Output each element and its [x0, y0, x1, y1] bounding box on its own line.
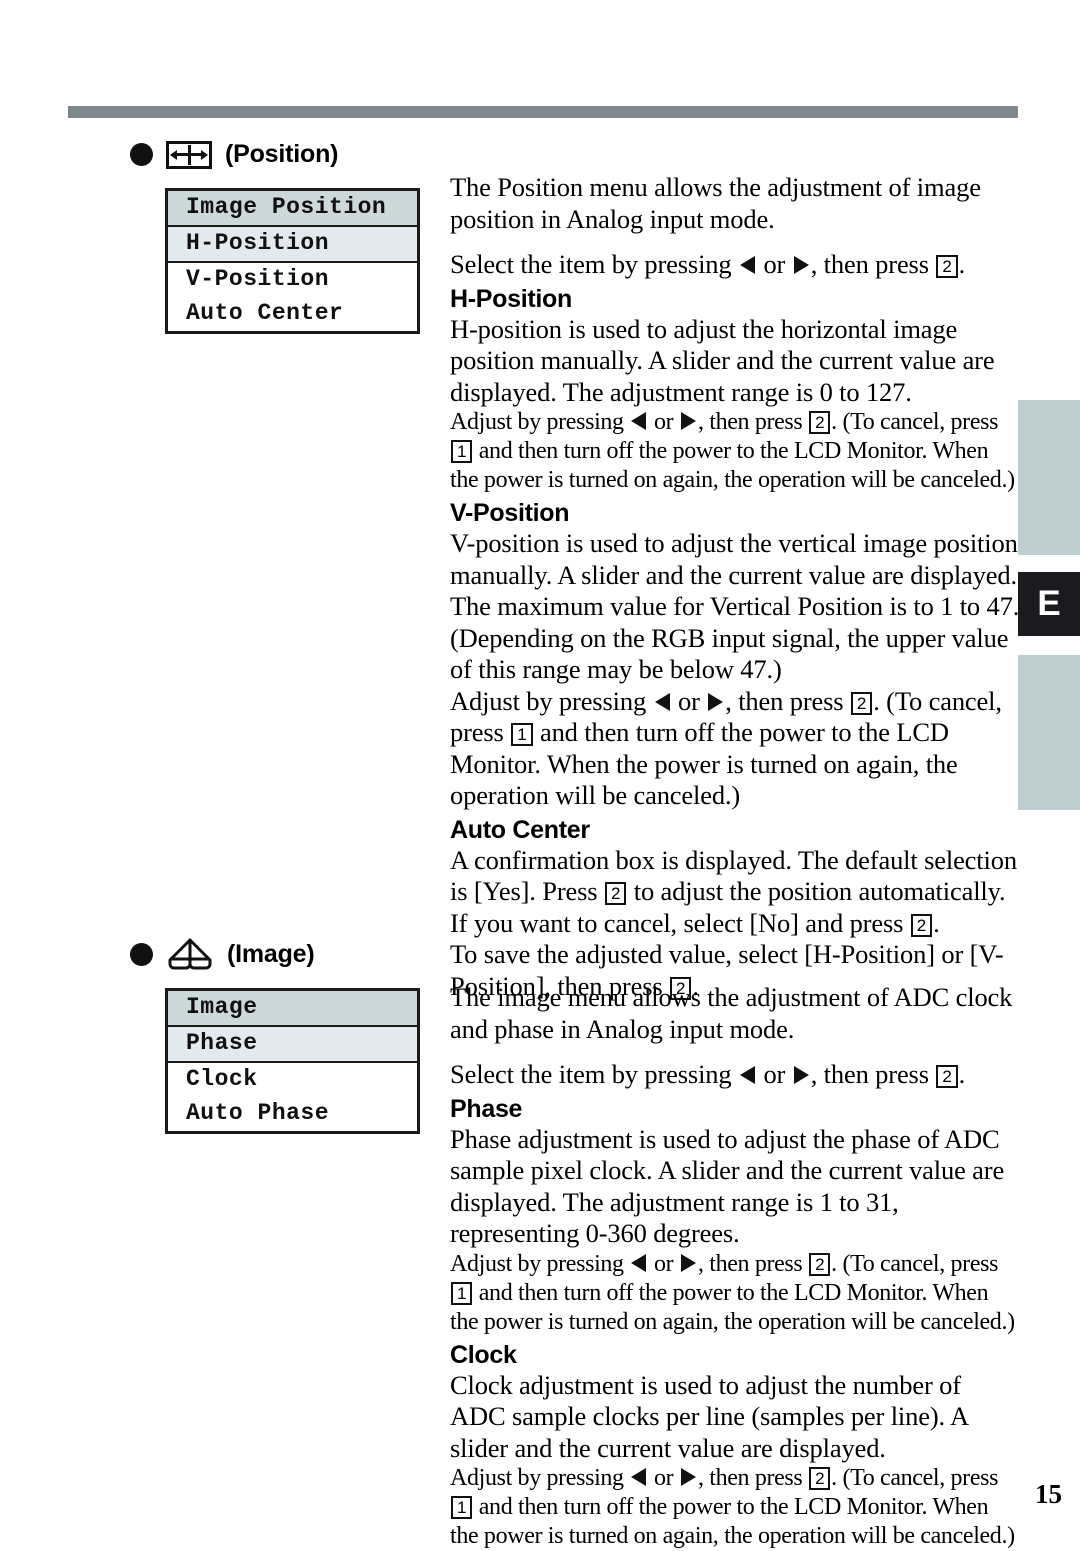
key-2-icon: 2: [910, 913, 933, 937]
right-arrow-icon: [680, 1253, 696, 1272]
v-position-body: V-position is used to adjust the vertica…: [450, 528, 1020, 684]
section-heading-image: (Image): [130, 938, 315, 970]
left-arrow-icon: [654, 692, 670, 711]
image-intro: The image menu allows the adjustment of …: [450, 982, 1013, 1044]
key-2-icon: 2: [850, 691, 873, 715]
clock-body: Clock adjustment is used to adjust the n…: [450, 1369, 968, 1463]
osd-item-auto-center[interactable]: Auto Center: [168, 297, 417, 331]
bullet-marker: [130, 143, 153, 166]
image-text-column: The image menu allows the adjustment of …: [450, 982, 1020, 1551]
left-arrow-icon: [631, 412, 647, 430]
edge-tab-lower: [1018, 655, 1080, 810]
osd-item-phase[interactable]: Phase: [168, 1027, 417, 1063]
position-text-column: The Position menu allows the adjustment …: [450, 172, 1020, 1002]
left-arrow-icon: [631, 1468, 647, 1486]
right-arrow-icon: [680, 1468, 696, 1486]
left-arrow-icon: [739, 256, 755, 274]
osd-title-image: Image: [168, 991, 417, 1027]
edge-tab-upper: [1018, 400, 1080, 555]
section-title-image: (Image): [227, 939, 315, 968]
image-icon: [166, 938, 214, 970]
position-select-line: Select the item by pressing or , then pr…: [450, 249, 966, 279]
edge-tab-language-marker: E: [1018, 572, 1080, 636]
key-2-icon: 2: [809, 1252, 831, 1276]
subheading-auto-center: Auto Center: [450, 815, 590, 844]
right-arrow-icon: [793, 1066, 809, 1084]
subheading-h-position: H-Position: [450, 284, 572, 313]
position-intro: The Position menu allows the adjustment …: [450, 172, 981, 234]
osd-title-position: Image Position: [168, 191, 417, 227]
h-position-body: H-position is used to adjust the horizon…: [450, 313, 995, 407]
v-position-note: Adjust by pressing or , then press 2. (T…: [450, 685, 1002, 811]
subheading-phase: Phase: [450, 1094, 523, 1123]
image-select-line: Select the item by pressing or , then pr…: [450, 1059, 966, 1089]
section-title-position: (Position): [225, 140, 339, 168]
right-arrow-icon: [680, 412, 696, 430]
phase-body: Phase adjustment is used to adjust the p…: [450, 1123, 1005, 1249]
left-arrow-icon: [631, 1253, 647, 1272]
key-2-icon: 2: [809, 1467, 831, 1490]
key-1-icon: 1: [511, 723, 533, 746]
left-arrow-icon: [739, 1066, 755, 1084]
page-number: 15: [1035, 1479, 1062, 1509]
key-1-icon: 1: [451, 1281, 473, 1305]
osd-menu-image[interactable]: Image Phase Clock Auto Phase: [165, 988, 420, 1134]
bullet-marker: [130, 942, 153, 966]
osd-menu-position[interactable]: Image Position H-Position V-Position Aut…: [165, 188, 420, 334]
key-1-icon: 1: [451, 1496, 473, 1519]
section-heading-position: (Position): [130, 140, 338, 169]
osd-item-h-position[interactable]: H-Position: [168, 227, 417, 263]
osd-item-clock[interactable]: Clock: [168, 1063, 417, 1097]
h-position-note: Adjust by pressing or , then press 2. (T…: [450, 409, 1015, 493]
osd-item-auto-phase[interactable]: Auto Phase: [168, 1097, 417, 1131]
subheading-clock: Clock: [450, 1340, 517, 1369]
header-rule: [68, 106, 1018, 118]
right-arrow-icon: [793, 256, 809, 274]
phase-note: Adjust by pressing or , then press 2. (T…: [450, 1250, 1015, 1335]
right-arrow-icon: [708, 692, 724, 711]
subheading-v-position: V-Position: [450, 499, 570, 527]
clock-note: Adjust by pressing or , then press 2. (T…: [450, 1465, 1015, 1549]
auto-center-line-1: A confirmation box is displayed. The def…: [450, 844, 1017, 938]
key-2-icon: 2: [936, 255, 958, 278]
position-icon: [166, 140, 212, 169]
key-2-icon: 2: [604, 882, 627, 905]
key-2-icon: 2: [809, 411, 831, 434]
key-1-icon: 1: [451, 440, 473, 463]
osd-item-v-position[interactable]: V-Position: [168, 263, 417, 297]
key-2-icon: 2: [936, 1065, 958, 1088]
